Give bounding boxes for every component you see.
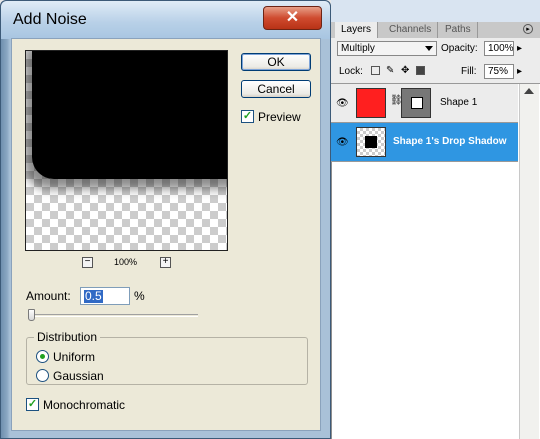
radio-uniform[interactable] [36, 350, 49, 363]
monochromatic-checkbox[interactable]: ✓ [26, 398, 39, 411]
distribution-title: Distribution [34, 330, 101, 344]
amount-label: Amount: [26, 289, 71, 303]
zoom-in-button[interactable]: + [160, 257, 171, 268]
zoom-controls: − 100% + [82, 257, 182, 271]
layer-mask-thumbnail [401, 88, 431, 118]
amount-slider-thumb[interactable] [28, 309, 35, 321]
mask-shape [411, 97, 423, 109]
dialog-body: − 100% + OK Cancel ✓ Preview Amount: 0.5… [11, 38, 321, 431]
monochromatic-label: Monochromatic [43, 398, 126, 412]
cancel-button[interactable]: Cancel [241, 80, 311, 98]
lock-paint-brush-icon[interactable]: ✎ [386, 66, 395, 76]
layer-row-shape-1[interactable]: 👁 ⛓ Shape 1 [331, 84, 518, 123]
add-noise-dialog: Add Noise ✕ − 100% + OK Cancel ✓ Preview… [0, 0, 331, 439]
checkmark-icon: ✓ [242, 110, 253, 122]
layer-name-shape-1: Shape 1 [440, 97, 478, 108]
filter-preview[interactable] [25, 50, 228, 251]
amount-input[interactable]: 0.5 [80, 287, 130, 305]
gaussian-label: Gaussian [53, 369, 104, 383]
amount-value: 0.5 [84, 289, 103, 303]
lock-label: Lock: [339, 66, 363, 77]
layer-row-drop-shadow[interactable]: 👁 Shape 1's Drop Shadow [331, 123, 518, 162]
tab-paths[interactable]: Paths [439, 22, 478, 38]
panel-tabs: Layers Channels Paths ▸ [331, 22, 540, 38]
preview-label: Preview [258, 110, 301, 124]
radio-gaussian[interactable] [36, 369, 49, 382]
close-button[interactable]: ✕ [263, 6, 322, 30]
preview-checkbox[interactable]: ✓ [241, 110, 254, 123]
zoom-level: 100% [114, 257, 138, 267]
opacity-label: Opacity: [441, 43, 478, 54]
fill-dropdown-icon[interactable]: ▸ [517, 66, 522, 77]
eye-icon[interactable]: 👁 [336, 137, 349, 148]
blend-mode-select[interactable]: Multiply [337, 41, 437, 56]
lock-transparency-icon[interactable] [371, 66, 380, 75]
fill-field[interactable]: 75% [484, 64, 514, 79]
tab-channels[interactable]: Channels [383, 22, 439, 38]
preview-shadow-shape [32, 51, 227, 179]
layer-shape-thumbnail [356, 88, 386, 118]
dialog-title: Add Noise [13, 11, 87, 28]
scroll-up-icon[interactable] [524, 88, 534, 94]
blend-mode-value: Multiply [341, 43, 375, 54]
panel-header-strip [331, 0, 540, 22]
amount-unit: % [134, 289, 145, 303]
lock-all-icon[interactable] [416, 66, 425, 75]
fill-label: Fill: [461, 66, 477, 77]
screen: Add Noise ✕ − 100% + OK Cancel ✓ Preview… [0, 0, 540, 439]
opacity-dropdown-icon[interactable]: ▸ [517, 43, 522, 54]
shadow-thumb-shape [365, 136, 377, 148]
chevron-down-icon [425, 46, 433, 51]
layer-options: Multiply Opacity: 100% ▸ Lock: ✎ ✥ Fill:… [331, 38, 540, 84]
lock-move-icon[interactable]: ✥ [401, 66, 410, 76]
radio-selected-dot [40, 354, 45, 359]
layers-scrollbar[interactable] [519, 84, 539, 439]
zoom-out-button[interactable]: − [82, 257, 93, 268]
checkmark-icon: ✓ [27, 398, 38, 410]
amount-slider-track[interactable] [28, 314, 198, 317]
panel-menu-icon[interactable]: ▸ [523, 24, 533, 34]
layer-shadow-thumbnail [356, 127, 386, 157]
layer-name-drop-shadow: Shape 1's Drop Shadow [393, 136, 507, 147]
tab-layers[interactable]: Layers [335, 22, 379, 38]
eye-icon[interactable]: 👁 [336, 98, 349, 109]
dialog-titlebar[interactable]: Add Noise ✕ [1, 1, 330, 39]
opacity-field[interactable]: 100% [484, 41, 514, 56]
ok-button[interactable]: OK [241, 53, 311, 71]
uniform-label: Uniform [53, 350, 96, 364]
